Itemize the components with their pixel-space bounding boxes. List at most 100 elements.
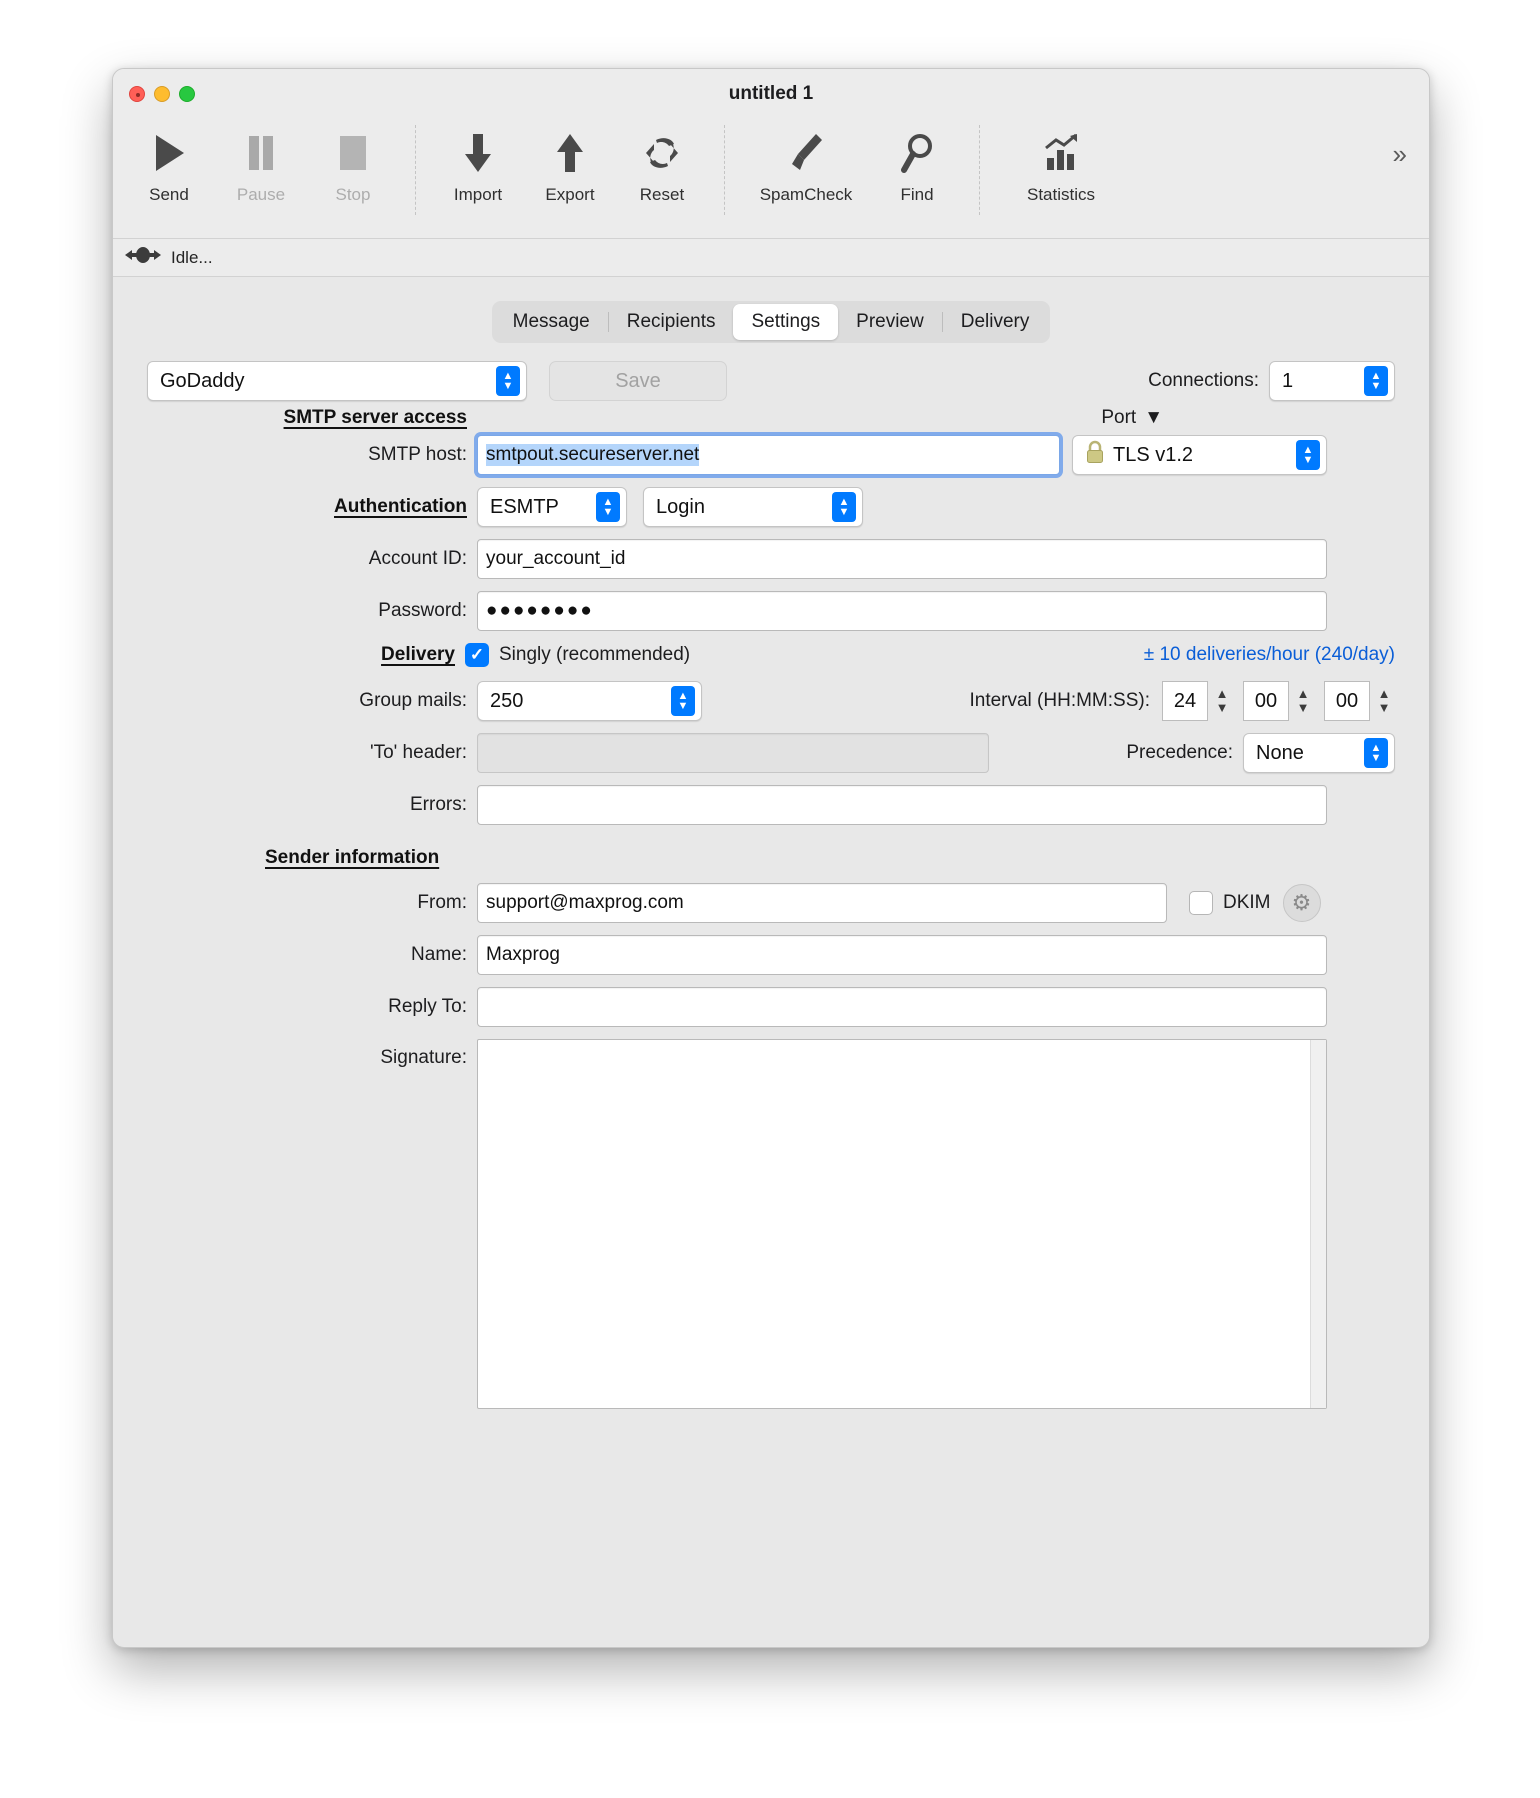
plug-connector-icon [123,245,163,270]
tab-preview[interactable]: Preview [838,304,942,340]
chevron-updown-icon: ▲ ▼ [1296,440,1320,470]
toolbar-label-statistics: Statistics [1026,185,1096,204]
from-input[interactable]: support@maxprog.com [477,883,1167,923]
port-label[interactable]: Port [1101,407,1136,429]
account-id-input[interactable]: your_account_id [477,539,1327,579]
auth-protocol-select[interactable]: ESMTP ▲ ▼ [477,487,627,527]
tls-select[interactable]: TLS v1.2 ▲ ▼ [1072,435,1327,475]
triangle-down-icon[interactable]: ▼ [1144,407,1163,429]
name-input[interactable]: Maxprog [477,935,1327,975]
toolbar-item-reset[interactable]: Reset [616,121,708,205]
interval-hours-input[interactable]: 24 [1162,681,1208,721]
to-header-label: 'To' header: [369,742,467,763]
password-row: Password: ●●●●●●●● [147,591,1395,631]
chevron-updown-icon: ▲ ▼ [496,366,520,396]
toolbar-item-stop[interactable]: Stop [307,121,399,205]
smtp-host-input[interactable]: smtpout.secureserver.net [477,435,1060,475]
reply-to-input[interactable] [477,987,1327,1027]
errors-label: Errors: [410,794,467,815]
toolbar-label-export: Export [545,185,595,204]
chart-icon [1041,127,1081,179]
interval-seconds-stepper[interactable]: ▲ ▼ [1373,681,1395,721]
singly-checkbox[interactable]: ✓ [465,643,489,667]
toolbar-label-pause: Pause [236,185,286,204]
auth-method-select[interactable]: Login ▲ ▼ [643,487,863,527]
toolbar-label-spamcheck: SpamCheck [759,185,853,204]
interval-label: Interval (HH:MM:SS): [969,690,1150,711]
toolbar-item-statistics[interactable]: Statistics [996,121,1126,205]
profile-select[interactable]: GoDaddy ▲ ▼ [147,361,527,401]
precedence-value: None [1256,741,1304,764]
toolbar-item-pause[interactable]: Pause [215,121,307,205]
tls-value: TLS v1.2 [1113,443,1194,466]
to-header-row: 'To' header: Precedence: None ▲ ▼ [147,733,1395,773]
delivery-label: Delivery [381,644,455,665]
connections-select[interactable]: 1 ▲ ▼ [1269,361,1395,401]
status-bar: Idle... [113,239,1429,277]
smtp-host-label: SMTP host: [368,444,467,465]
from-row: From: support@maxprog.com DKIM ⚙ [147,883,1395,923]
interval-seconds-input[interactable]: 00 [1324,681,1370,721]
from-label: From: [417,892,467,913]
toolbar-overflow-icon[interactable]: » [1393,121,1429,170]
tab-recipients[interactable]: Recipients [609,304,734,340]
toolbar-label-import: Import [453,185,503,204]
toolbar-label-find: Find [900,185,934,204]
tab-message[interactable]: Message [495,304,608,340]
account-id-label: Account ID: [368,548,467,569]
password-value: ●●●●●●●● [486,600,594,621]
status-text: Idle... [171,247,213,267]
auth-method-value: Login [656,495,705,518]
account-id-row: Account ID: your_account_id [147,539,1395,579]
to-header-input[interactable] [477,733,989,773]
toolbar-item-find[interactable]: Find [871,121,963,205]
delivery-row: Delivery ✓ Singly (recommended) ± 10 del… [147,643,1395,667]
toolbar-item-import[interactable]: Import [432,121,524,205]
toolbar-label-reset: Reset [639,185,685,204]
toolbar-item-spamcheck[interactable]: SpamCheck [741,121,871,205]
window-title: untitled 1 [728,83,814,104]
gear-icon[interactable]: ⚙ [1282,884,1321,922]
arrow-up-icon [553,127,587,179]
magnifier-icon [899,127,935,179]
smtp-section-title: SMTP server access [283,407,467,428]
group-mails-select[interactable]: 250 ▲ ▼ [477,681,702,721]
interval-minutes-input[interactable]: 00 [1243,681,1289,721]
singly-label: Singly (recommended) [499,644,691,665]
name-value: Maxprog [486,944,560,965]
smtp-host-row: SMTP host: smtpout.secureserver.net TLS … [147,435,1395,475]
signature-textarea[interactable] [477,1039,1327,1409]
signature-label: Signature: [380,1047,467,1068]
dkim-label: DKIM [1223,892,1271,913]
app-window: untitled 1 Send Pause Stop Import Export… [112,68,1430,1648]
pause-icon [244,127,278,179]
sender-section-title: Sender information [265,847,440,868]
tab-group: Message Recipients Settings Preview Deli… [491,301,1051,343]
toolbar-divider-2 [724,125,725,215]
errors-input[interactable] [477,785,1327,825]
toolbar-item-send[interactable]: Send [123,121,215,205]
content-area: Message Recipients Settings Preview Deli… [113,277,1429,1646]
toolbar-item-export[interactable]: Export [524,121,616,205]
settings-form: GoDaddy ▲ ▼ Save Connections: 1 ▲ ▼ SMTP s… [113,343,1429,1409]
reply-to-row: Reply To: [147,987,1395,1027]
interval-hours-stepper[interactable]: ▲ ▼ [1211,681,1233,721]
chevron-updown-icon: ▲ ▼ [1364,366,1388,396]
password-input[interactable]: ●●●●●●●● [477,591,1327,631]
profile-row: GoDaddy ▲ ▼ Save Connections: 1 ▲ ▼ [147,361,1395,401]
interval-minutes-stepper[interactable]: ▲ ▼ [1292,681,1314,721]
tab-delivery[interactable]: Delivery [943,304,1048,340]
signature-scrollbar[interactable] [1310,1040,1326,1408]
save-button[interactable]: Save [549,361,727,401]
play-icon [152,127,186,179]
toolbar-divider-3 [979,125,980,215]
delivery-rate-note: ± 10 deliveries/hour (240/day) [1143,644,1395,665]
dkim-checkbox[interactable] [1189,891,1213,915]
tab-settings[interactable]: Settings [733,304,839,340]
chevron-updown-icon: ▲ ▼ [671,686,695,716]
from-value: support@maxprog.com [486,892,684,913]
smtp-host-value: smtpout.secureserver.net [486,444,700,466]
precedence-select[interactable]: None ▲ ▼ [1243,733,1395,773]
group-mails-row: Group mails: 250 ▲ ▼ Interval (HH:MM:SS):… [147,681,1395,721]
window-titlebar: untitled 1 Send Pause Stop Import Export… [113,69,1429,239]
